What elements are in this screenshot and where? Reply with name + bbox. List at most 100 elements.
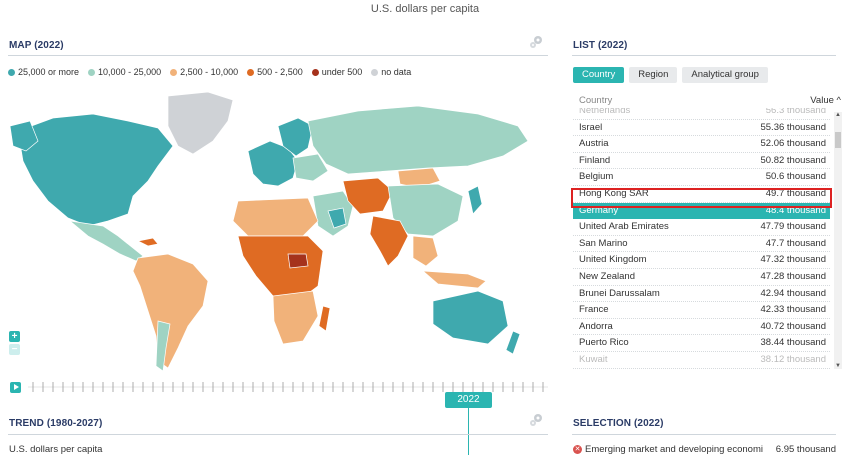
list-title-divider xyxy=(572,55,836,56)
legend-item[interactable]: 10,000 - 25,000 xyxy=(88,67,161,77)
selection-item: ✕ Emerging market and developing economi … xyxy=(573,444,838,455)
units-caption: U.S. dollars per capita xyxy=(370,3,480,15)
list-row[interactable]: Belgium 50.6 thousand xyxy=(573,169,830,186)
region-australia[interactable] xyxy=(432,290,509,345)
row-country-name: New Zealand xyxy=(579,271,635,282)
region-south-america[interactable] xyxy=(132,253,209,369)
list-row[interactable]: Puerto Rico 38.44 thousand xyxy=(573,335,830,352)
tab-region[interactable]: Region xyxy=(629,67,678,83)
legend-dot-icon xyxy=(8,68,15,76)
value-column-sort-header[interactable]: Value ^ xyxy=(810,95,841,106)
list-row[interactable]: United Arab Emirates 47.79 thousand xyxy=(573,219,830,236)
row-value: 38.12 thousand xyxy=(760,354,826,365)
scroll-down-icon[interactable]: ▼ xyxy=(835,363,841,369)
row-value: 47.7 thousand xyxy=(765,237,826,249)
list-row[interactable]: Austria 52.06 thousand xyxy=(573,136,830,153)
selection-item-name: Emerging market and developing economi xyxy=(585,444,763,455)
region-japan[interactable] xyxy=(467,185,483,215)
row-value: 47.28 thousand xyxy=(760,271,826,282)
row-country-name: Israel xyxy=(579,121,603,133)
world-map[interactable] xyxy=(8,86,548,376)
row-value: 42.94 thousand xyxy=(760,287,826,299)
play-icon[interactable] xyxy=(10,382,21,393)
region-russia[interactable] xyxy=(307,105,529,175)
list-row[interactable]: Brunei Darussalam 42.94 thousand xyxy=(573,286,830,303)
row-country-name: Belgium xyxy=(579,171,614,183)
map-legend: 25,000 or more 10,000 - 25,000 2,500 - 1… xyxy=(8,67,411,77)
row-value: 47.32 thousand xyxy=(760,254,826,266)
settings-gear-icon[interactable] xyxy=(529,413,543,427)
region-southeast-asia[interactable] xyxy=(412,235,439,267)
region-north-africa[interactable] xyxy=(232,197,319,237)
row-country-name: Netherlands xyxy=(579,108,631,116)
country-column-header[interactable]: Country xyxy=(579,95,612,106)
region-madagascar[interactable] xyxy=(318,305,331,332)
list-row[interactable]: Andorra 40.72 thousand xyxy=(573,319,830,336)
remove-selection-icon[interactable]: ✕ xyxy=(573,444,582,454)
legend-label: 10,000 - 25,000 xyxy=(98,67,162,77)
year-slider-handle[interactable]: 2022 xyxy=(445,392,492,408)
row-country-name: Puerto Rico xyxy=(579,337,629,349)
region-indonesia[interactable] xyxy=(421,270,487,289)
scroll-up-icon[interactable]: ▲ xyxy=(835,112,841,118)
row-value: 50.6 thousand xyxy=(765,171,826,183)
legend-dot-icon xyxy=(88,68,96,76)
legend-label: no data xyxy=(381,67,412,77)
row-value: 47.79 thousand xyxy=(760,221,826,233)
zoom-out-button[interactable]: − xyxy=(9,344,20,355)
legend-item[interactable]: under 500 xyxy=(311,67,363,77)
legend-dot-icon xyxy=(311,68,319,76)
row-value: 56.3 thousand xyxy=(765,108,826,116)
list-row[interactable]: United Kingdom 47.32 thousand xyxy=(573,252,830,269)
legend-item[interactable]: 2,500 - 10,000 xyxy=(170,67,238,77)
legend-label: 500 - 2,500 xyxy=(257,67,303,77)
selection-title-divider xyxy=(572,434,836,435)
row-country-name: Brunei Darussalam xyxy=(579,287,660,299)
list-row[interactable]: San Marino 47.7 thousand xyxy=(573,236,830,253)
legend-item[interactable]: 25,000 or more xyxy=(8,67,79,77)
list-panel-title: LIST (2022) xyxy=(573,40,628,51)
list-scrollbar[interactable]: ▲ ▼ xyxy=(834,112,842,369)
list-row[interactable]: Kuwait 38.12 thousand xyxy=(573,352,830,369)
legend-dot-icon xyxy=(247,68,255,76)
list-row[interactable]: Finland 50.82 thousand xyxy=(573,153,830,170)
list-tabs: Country Region Analytical group xyxy=(573,67,768,83)
region-new-zealand[interactable] xyxy=(505,330,521,355)
row-country-name: Austria xyxy=(579,138,609,150)
row-value: 40.72 thousand xyxy=(760,320,826,332)
legend-label: 25,000 or more xyxy=(18,67,80,77)
row-country-name: United Kingdom xyxy=(579,254,647,266)
region-greenland[interactable] xyxy=(167,91,234,155)
tab-analytical-group[interactable]: Analytical group xyxy=(682,67,768,83)
list-row[interactable]: France 42.33 thousand xyxy=(573,302,830,319)
row-country-name: United Arab Emirates xyxy=(579,221,669,233)
region-caribbean[interactable] xyxy=(136,237,159,247)
row-country-name: San Marino xyxy=(579,237,628,249)
row-country-name: Andorra xyxy=(579,320,613,332)
zoom-in-button[interactable]: + xyxy=(9,331,20,342)
list-row[interactable]: Israel 55.36 thousand xyxy=(573,120,830,137)
year-indicator-line xyxy=(468,408,469,455)
list-row[interactable]: Netherlands 56.3 thousand xyxy=(573,108,830,120)
legend-dot-icon xyxy=(371,68,379,76)
legend-item[interactable]: 500 - 2,500 xyxy=(247,67,303,77)
row-country-name: Finland xyxy=(579,154,611,166)
country-list[interactable]: Netherlands 56.3 thousand Israel 55.36 thou… xyxy=(573,108,830,370)
list-row[interactable]: New Zealand 47.28 thousand xyxy=(573,269,830,286)
region-north-america[interactable] xyxy=(17,113,174,227)
tab-country[interactable]: Country xyxy=(573,67,625,83)
trend-title-divider xyxy=(8,434,548,435)
legend-item[interactable]: no data xyxy=(371,67,411,77)
region-south-sudan[interactable] xyxy=(287,253,309,269)
scroll-thumb[interactable] xyxy=(835,132,841,148)
selection-item-value: 6.95 thousand xyxy=(775,444,836,455)
region-southern-africa[interactable] xyxy=(272,290,319,345)
legend-label: under 500 xyxy=(321,67,363,77)
trend-panel-title: TREND (1980-2027) xyxy=(9,418,103,429)
highlight-box xyxy=(571,188,832,208)
settings-gear-icon[interactable] xyxy=(529,35,543,49)
row-value: 52.06 thousand xyxy=(760,138,826,150)
legend-dot-icon xyxy=(170,68,178,76)
region-central-america[interactable] xyxy=(68,220,144,262)
row-country-name: Kuwait xyxy=(579,354,608,365)
